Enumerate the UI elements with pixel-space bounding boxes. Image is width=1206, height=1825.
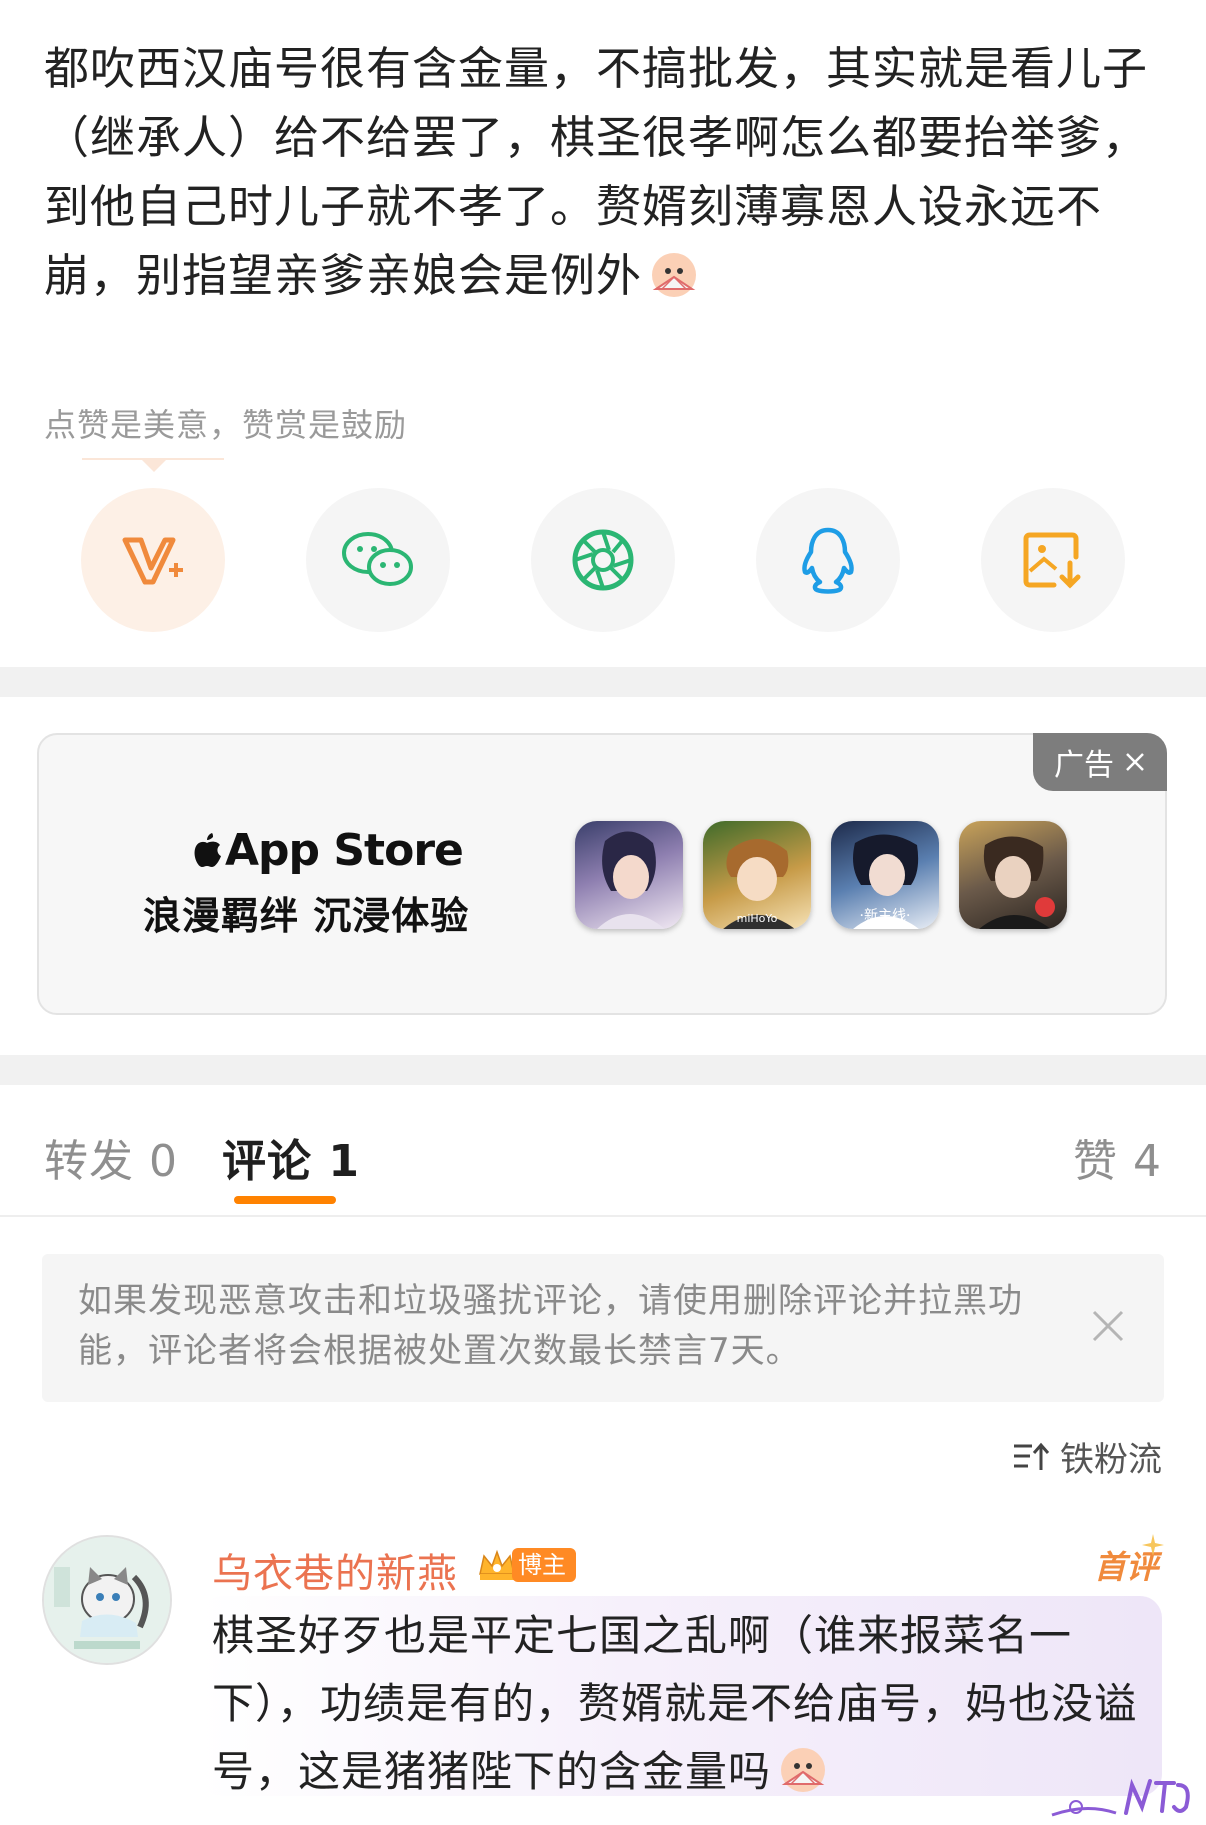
ad-game-thumb[interactable] [959,821,1067,929]
comment-text: 棋圣好歹也是平定七国之乱啊（谁来报菜名一下），功绩是有的，赘婿就是不给庙号，妈也… [212,1602,1152,1806]
sort-button[interactable]: 铁粉流 [1012,1432,1162,1481]
share-moments-button[interactable] [531,488,675,632]
reward-pointer [140,458,168,472]
share-save-image-button[interactable] [981,488,1125,632]
tab-comments-label: 评论 [222,1136,312,1187]
active-tab-indicator [234,1196,336,1204]
ad-badge[interactable]: 广告 [1033,733,1167,791]
notice-text: 如果发现恶意攻击和垃圾骚扰评论，请使用删除评论并拉黑功能，评论者将会根据被处置次… [78,1281,1023,1371]
ad-game-thumb[interactable]: ·新主线· [831,821,939,929]
character-portrait-icon [597,831,665,929]
tab-repost-count: 0 [149,1136,178,1187]
character-portrait-icon [979,836,1055,929]
reward-hint: 点赞是美意，赞赏是鼓励 [44,406,408,444]
ad-brand-text: App Store [225,825,464,876]
tab-bar: 转发 0 评论 1 赞 4 [0,1085,1206,1217]
section-divider [0,667,1206,697]
ad-brand: App Store [191,825,464,876]
fan-emoji-icon [781,1748,826,1792]
post-body: 都吹西汉庙号很有含金量，不搞批发，其实就是看儿子（继承人）给不给罢了，棋圣很孝啊… [44,42,1149,302]
share-wechat-button[interactable] [306,488,450,632]
ad-game-thumb[interactable] [575,821,683,929]
qq-icon [802,527,854,594]
ad-slogan: 浪漫羁绊 沉浸体验 [143,894,470,938]
fan-emoji-icon [652,253,697,297]
ad-game-thumb[interactable]: miHoYo [703,821,811,929]
share-row [0,488,1206,632]
tab-comments-count: 1 [328,1136,360,1187]
avatar[interactable] [42,1535,172,1665]
vplus-icon [122,537,183,585]
comment-policy-notice: 如果发现恶意攻击和垃圾骚扰评论，请使用删除评论并拉黑功能，评论者将会根据被处置次… [42,1254,1164,1402]
close-icon[interactable] [1124,751,1146,773]
tab-likes-count: 4 [1133,1136,1162,1187]
tab-repost-label: 转发 [44,1136,134,1187]
wechat-icon [342,532,413,586]
sparkle-icon [1142,1534,1164,1556]
tab-likes[interactable]: 赞 4 [1073,1125,1162,1189]
ad-thumb-label: miHoYo [736,912,778,925]
share-vplus-button[interactable] [81,488,225,632]
comment-username[interactable]: 乌衣巷的新燕 [212,1541,458,1599]
ad-badge-label: 广告 [1054,748,1114,783]
tab-likes-label: 赞 [1073,1136,1118,1187]
moments-icon [572,529,634,591]
sort-icon [1014,1442,1050,1470]
post-text: 都吹西汉庙号很有含金量，不搞批发，其实就是看儿子（继承人）给不给罢了，棋圣很孝啊… [44,34,1164,310]
ad-thumb-label: ·新主线· [859,908,911,924]
watermark-logo-icon [1051,1778,1190,1817]
apple-logo-icon [194,833,221,867]
comment-body: 棋圣好歹也是平定七国之乱啊（谁来报菜名一下），功绩是有的，赘婿就是不给庙号，妈也… [212,1611,1138,1796]
tab-repost[interactable]: 转发 0 [44,1125,178,1189]
ad-card[interactable]: 广告 App Store 浪漫羁绊 沉浸体验 miHoYo ·新主线· [37,733,1167,1015]
cat-avatar-icon [44,1537,170,1663]
save-image-icon [1023,532,1081,589]
sort-label: 铁粉流 [1060,1440,1162,1480]
section-divider [0,1055,1206,1085]
close-icon[interactable] [1086,1304,1130,1348]
share-qq-button[interactable] [756,488,900,632]
host-badge: 博主 [476,1544,582,1586]
host-badge-label: 博主 [512,1548,576,1582]
tab-comments[interactable]: 评论 1 [222,1125,360,1189]
